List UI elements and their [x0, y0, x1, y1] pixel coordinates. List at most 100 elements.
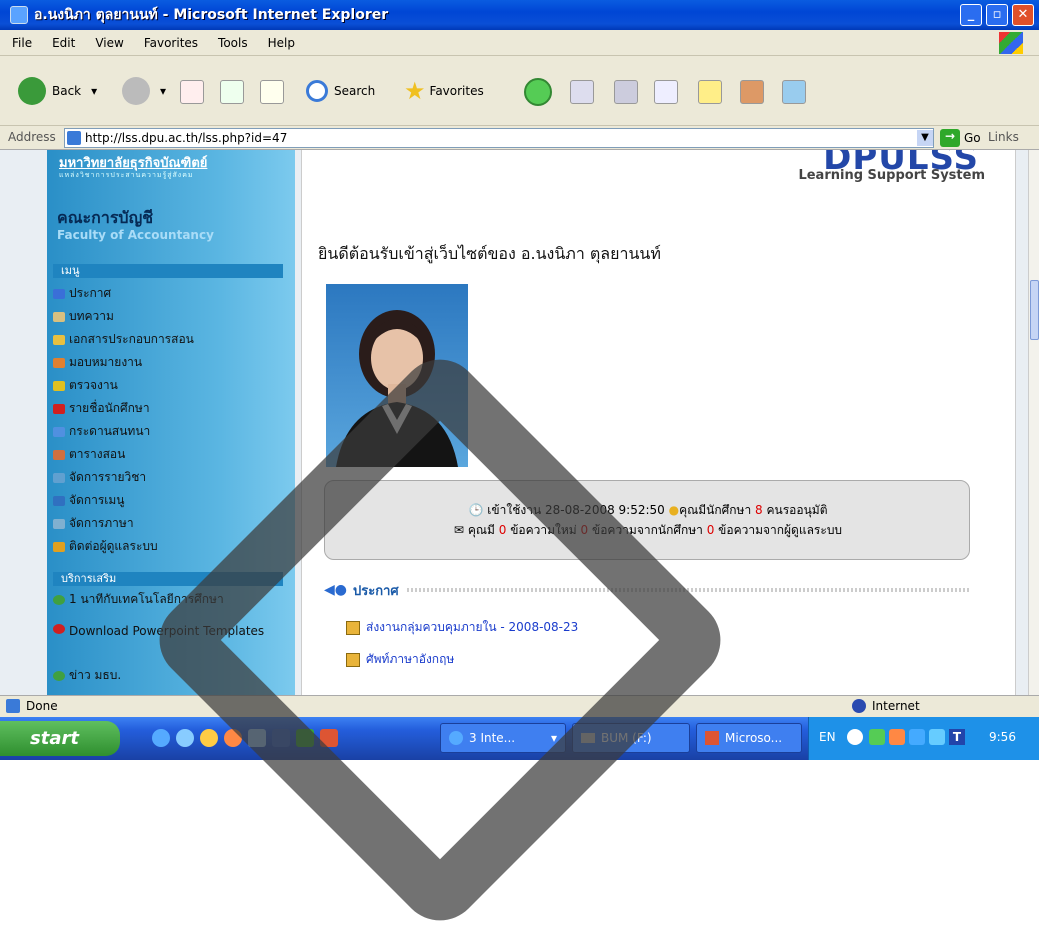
- search-button[interactable]: Search: [306, 76, 375, 106]
- back-label: Back: [52, 84, 82, 98]
- stop-icon[interactable]: [180, 80, 204, 104]
- print-icon[interactable]: [614, 80, 638, 104]
- menu-item-icon: [53, 541, 65, 552]
- menu-item-icon: [53, 472, 65, 483]
- menu-edit[interactable]: Edit: [52, 36, 75, 50]
- tray-icon[interactable]: [889, 729, 905, 745]
- user-icon: ●: [668, 503, 680, 517]
- sidebar-menu-item[interactable]: จัดการเมนู: [53, 491, 125, 510]
- address-url: http://lss.dpu.ac.th/lss.php?id=47: [85, 131, 288, 145]
- window-titlebar[interactable]: อ.นงนิภา ตุลยานนท์ - Microsoft Internet …: [0, 0, 1039, 30]
- tray-arrow-icon[interactable]: [847, 729, 863, 745]
- menu-item-icon: [53, 334, 65, 345]
- forward-button[interactable]: ▾: [122, 76, 166, 106]
- pending-label: คุณมีนักศึกษา: [679, 503, 752, 517]
- menu-file[interactable]: File: [12, 36, 32, 50]
- go-button[interactable]: → Go: [940, 128, 981, 148]
- service-label: ข่าว มธบ.: [69, 668, 122, 682]
- edit-icon[interactable]: [654, 80, 678, 104]
- menu-item-label: จัดการรายวิชา: [69, 470, 147, 484]
- dropdown-arrow-icon[interactable]: ▼: [917, 130, 933, 146]
- back-arrow-icon: [18, 77, 46, 105]
- university-slogan: แหล่งวิชาการประสานความรู้สู่สังคม: [59, 171, 194, 179]
- menu-item-label: จัดการภาษา: [69, 516, 134, 530]
- menu-favorites[interactable]: Favorites: [144, 36, 198, 50]
- folder-icon[interactable]: [698, 80, 722, 104]
- menu-item-label: ติดต่อผู้ดูแลระบบ: [69, 539, 158, 553]
- back-button[interactable]: Back ▾: [18, 76, 97, 106]
- tray-icon[interactable]: [929, 729, 945, 745]
- minimize-button[interactable]: _: [960, 4, 982, 26]
- tray-icon[interactable]: [869, 729, 885, 745]
- scrollbar-thumb[interactable]: [1030, 280, 1039, 340]
- menu-tools[interactable]: Tools: [218, 36, 248, 50]
- sidebar-menu-item[interactable]: ติดต่อผู้ดูแลระบบ: [53, 537, 158, 556]
- home-icon[interactable]: [260, 80, 284, 104]
- menu-item-label: ตารางสอน: [69, 447, 126, 461]
- menu-header: เมนู: [53, 264, 283, 278]
- chevron-down-icon: ▾: [160, 84, 167, 98]
- pending-suffix: คนรออนุมัติ: [766, 503, 828, 517]
- page-icon: [6, 699, 20, 713]
- sidebar-menu-item[interactable]: จัดการภาษา: [53, 514, 134, 533]
- start-button[interactable]: start: [0, 721, 120, 756]
- links-label[interactable]: Links: [988, 130, 1019, 144]
- sidebar-menu-item[interactable]: เอกสารประกอบการสอน: [53, 330, 194, 349]
- tray-icon[interactable]: [909, 729, 925, 745]
- go-label: Go: [964, 131, 981, 145]
- sidebar-menu-item[interactable]: กระดานสนทนา: [53, 422, 150, 441]
- sidebar-menu-item[interactable]: ตารางสอน: [53, 445, 125, 464]
- sidebar-menu-item[interactable]: รายชื่อนักศึกษา: [53, 399, 150, 418]
- pending-count[interactable]: 8: [755, 503, 763, 517]
- menu-item-icon: [53, 380, 65, 391]
- sidebar-menu-item[interactable]: ประกาศ: [53, 284, 111, 303]
- tray-t-icon[interactable]: T: [949, 729, 965, 745]
- menu-item-label: มอบหมายงาน: [69, 355, 143, 369]
- system-tray: EN T 9:56: [808, 717, 1039, 760]
- menu-item-icon: [53, 311, 65, 322]
- messenger-icon[interactable]: [782, 80, 806, 104]
- taskbar-powerpoint[interactable]: Microso...: [696, 723, 802, 753]
- extra-service-item[interactable]: ข่าว มธบ.: [53, 666, 121, 685]
- sidebar-menu-item[interactable]: มอบหมายงาน: [53, 353, 142, 372]
- address-label: Address: [8, 130, 56, 144]
- faculty-subtitle: Faculty of Accountancy: [57, 228, 214, 242]
- menu-item-label: ประกาศ: [69, 286, 112, 300]
- favorites-button[interactable]: ★ Favorites: [404, 76, 484, 106]
- task-label: Microso...: [725, 731, 783, 745]
- start-label: start: [30, 728, 79, 749]
- status-text: Done: [26, 699, 58, 713]
- menu-item-label: จัดการเมนู: [69, 493, 125, 507]
- history-icon[interactable]: [524, 78, 552, 106]
- menu-item-icon: [53, 288, 65, 299]
- menu-item-icon: [53, 426, 65, 437]
- mail-icon[interactable]: [570, 80, 594, 104]
- search-icon: [306, 80, 328, 102]
- maximize-button[interactable]: ▫: [986, 4, 1008, 26]
- menu-item-icon: [53, 357, 65, 368]
- vertical-scrollbar[interactable]: [1028, 150, 1039, 695]
- sidebar-menu-item[interactable]: ตรวจงาน: [53, 376, 118, 395]
- menu-bar: File Edit View Favorites Tools Help: [0, 30, 1039, 56]
- refresh-icon[interactable]: [220, 80, 244, 104]
- window-title: อ.นงนิภา ตุลยานนท์ - Microsoft Internet …: [34, 7, 389, 23]
- ie-quicklaunch-icon[interactable]: [152, 729, 170, 747]
- language-indicator[interactable]: EN: [819, 730, 836, 744]
- windows-logo-icon: [999, 32, 1023, 54]
- sidebar-menu-item[interactable]: จัดการรายวิชา: [53, 468, 146, 487]
- menu-item-icon: [53, 518, 65, 529]
- address-input[interactable]: http://lss.dpu.ac.th/lss.php?id=47 ▼: [64, 128, 934, 148]
- menu-view[interactable]: View: [95, 36, 123, 50]
- star-icon: ★: [404, 77, 426, 105]
- service-icon: [53, 624, 65, 634]
- menu-item-label: กระดานสนทนา: [69, 424, 151, 438]
- close-button[interactable]: ✕: [1012, 4, 1034, 26]
- welcome-heading: ยินดีต้อนรับเข้าสู่เว็บไซต์ของ อ.นงนิภา …: [318, 244, 661, 263]
- browser-quicklaunch-icon[interactable]: [176, 729, 194, 747]
- research-icon[interactable]: [740, 80, 764, 104]
- app-quicklaunch-icon[interactable]: [200, 729, 218, 747]
- sidebar-menu-item[interactable]: บทความ: [53, 307, 114, 326]
- admin-msg-count[interactable]: 0: [707, 523, 715, 537]
- menu-help[interactable]: Help: [268, 36, 295, 50]
- go-arrow-icon: →: [940, 129, 960, 147]
